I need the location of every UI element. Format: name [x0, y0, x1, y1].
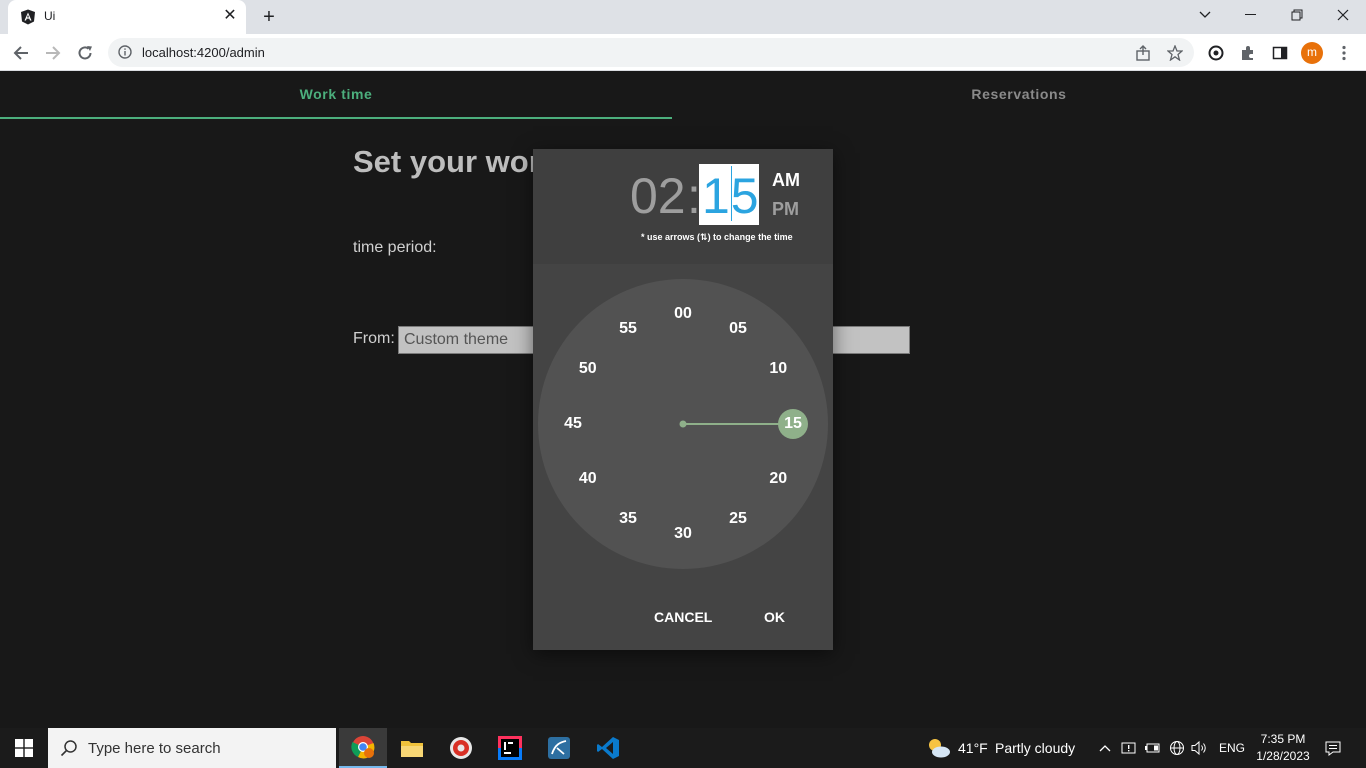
browser-menu-icon[interactable] [1331, 40, 1357, 66]
cancel-button[interactable]: CANCEL [654, 609, 712, 625]
clock-time: 7:35 PM [1260, 732, 1306, 746]
minute-clock-face[interactable]: 00 05 10 15 20 25 30 35 40 45 50 55 [538, 279, 828, 569]
page-title: Set your wor [353, 144, 541, 179]
share-icon[interactable] [1135, 45, 1151, 61]
dial-minute-45[interactable]: 45 [558, 414, 588, 434]
browser-tab-strip: Ui ✕ + [0, 0, 1366, 34]
restore-icon[interactable] [1274, 0, 1320, 30]
weather-description[interactable]: Partly cloudy [995, 740, 1075, 756]
minute-display: 15 [702, 168, 760, 224]
clock-date: 1/28/2023 [1256, 749, 1310, 763]
vscode-icon[interactable] [584, 728, 632, 768]
dial-minute-40[interactable]: 40 [573, 469, 603, 489]
back-icon[interactable] [8, 40, 34, 66]
forward-icon[interactable] [40, 40, 66, 66]
am-toggle[interactable]: AM [772, 170, 800, 191]
time-period-label: time period: [353, 239, 437, 256]
clock-center-dot [679, 420, 687, 428]
arrow-hint: * use arrows (⇅) to change the time [641, 232, 793, 242]
pm-toggle[interactable]: PM [772, 199, 799, 220]
dial-minute-30[interactable]: 30 [668, 524, 698, 544]
dial-minute-20[interactable]: 20 [763, 469, 793, 489]
taskbar-search-box[interactable]: Type here to search [48, 728, 336, 768]
site-info-icon[interactable] [118, 45, 132, 59]
mysql-workbench-icon[interactable] [535, 728, 583, 768]
input-language[interactable]: ENG [1219, 741, 1245, 755]
bookmark-star-icon[interactable] [1167, 45, 1183, 61]
profile-avatar[interactable]: m [1301, 42, 1323, 64]
search-icon [60, 740, 77, 757]
window-close-icon[interactable] [1320, 0, 1366, 30]
browser-toolbar: localhost:4200/admin m [0, 34, 1366, 71]
taskbar-clock[interactable]: 7:35 PM 1/28/2023 [1250, 731, 1316, 765]
weather-partly-cloudy-icon[interactable] [926, 736, 952, 760]
recorder-app-icon[interactable] [437, 728, 485, 768]
notifications-icon[interactable] [1324, 739, 1342, 757]
battery-icon[interactable] [1144, 739, 1162, 757]
new-tab-icon[interactable]: + [258, 6, 280, 28]
minute-input[interactable]: 15 [699, 164, 759, 225]
dial-minute-50[interactable]: 50 [573, 359, 603, 379]
text-caret [731, 166, 732, 221]
dial-minute-35[interactable]: 35 [613, 509, 643, 529]
tab-reservations[interactable]: Reservations [672, 71, 1366, 119]
ok-button[interactable]: OK [764, 609, 785, 625]
from-label: From: [353, 330, 395, 347]
hour-display[interactable]: 02 [630, 167, 686, 225]
url-text: localhost:4200/admin [142, 45, 265, 60]
windows-start-icon[interactable] [0, 728, 48, 768]
tab-work-time[interactable]: Work time [0, 71, 672, 119]
security-alert-icon[interactable] [1120, 739, 1138, 757]
address-bar[interactable]: localhost:4200/admin [108, 38, 1194, 67]
tab-search-chevron-icon[interactable] [1182, 0, 1228, 30]
network-globe-icon[interactable] [1168, 739, 1186, 757]
dial-minute-55[interactable]: 55 [613, 319, 643, 339]
chrome-taskbar-icon[interactable] [339, 728, 387, 768]
side-panel-icon[interactable] [1267, 40, 1293, 66]
weather-temperature[interactable]: 41°F [958, 740, 988, 756]
angular-logo-icon [21, 9, 35, 25]
extensions-puzzle-icon[interactable] [1235, 40, 1261, 66]
chevron-up-icon[interactable] [1096, 739, 1114, 757]
tab-title: Ui [44, 9, 56, 23]
browser-tab[interactable]: Ui ✕ [8, 0, 246, 34]
dial-minute-00[interactable]: 00 [668, 304, 698, 324]
time-picker-header: 02 : 15 AM PM * use arrows (⇅) to change… [533, 149, 833, 264]
volume-icon[interactable] [1191, 739, 1209, 757]
dial-minute-25[interactable]: 25 [723, 509, 753, 529]
dial-minute-05[interactable]: 05 [723, 319, 753, 339]
minimize-icon[interactable] [1228, 0, 1274, 30]
windows-taskbar: Type here to search 41°F Partly cloudy E… [0, 728, 1366, 768]
search-placeholder: Type here to search [88, 740, 221, 757]
reload-icon[interactable] [72, 40, 98, 66]
intellij-idea-icon[interactable] [486, 728, 534, 768]
file-explorer-icon[interactable] [388, 728, 436, 768]
time-picker-dialog: 02 : 15 AM PM * use arrows (⇅) to change… [533, 149, 833, 650]
close-tab-icon[interactable]: ✕ [220, 6, 240, 26]
dial-minute-10[interactable]: 10 [763, 359, 793, 379]
dial-minute-15[interactable]: 15 [778, 414, 808, 434]
extension-app-icon[interactable] [1203, 40, 1229, 66]
